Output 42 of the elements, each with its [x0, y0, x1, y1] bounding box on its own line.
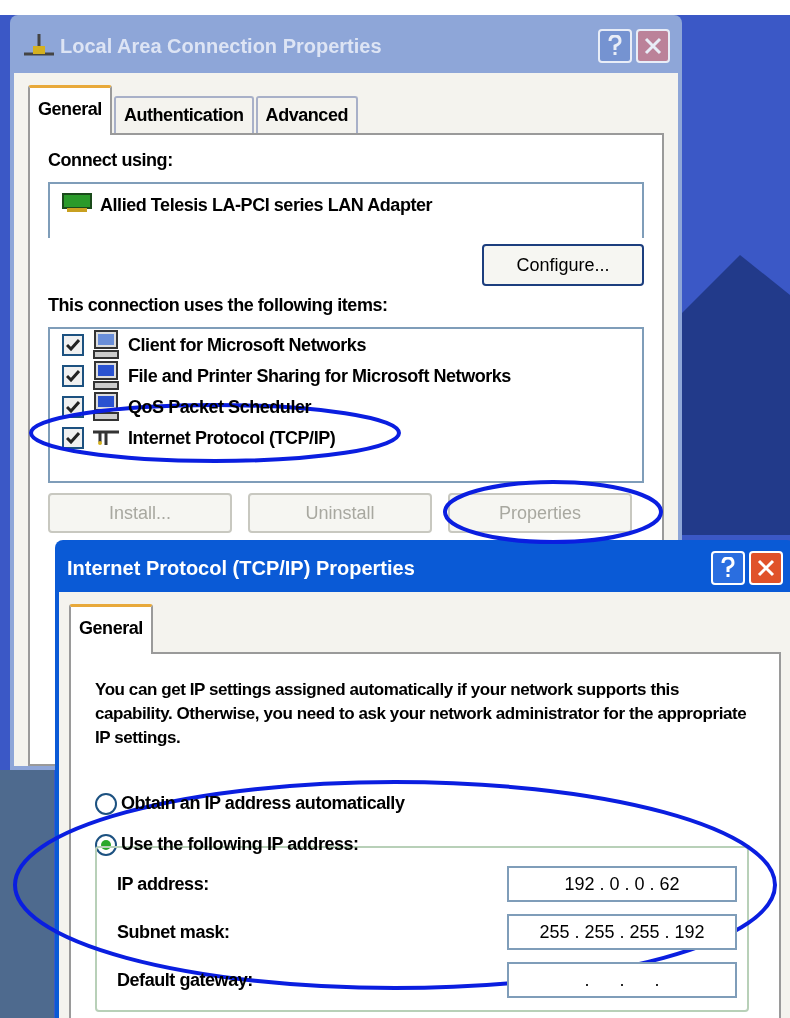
close-button[interactable]: [749, 551, 783, 585]
list-item[interactable]: File and Printer Sharing for Microsoft Networks: [128, 362, 511, 390]
radio-label[interactable]: Use the following IP address:: [121, 831, 359, 858]
computer-icon: [92, 361, 120, 391]
list-item[interactable]: Internet Protocol (TCP/IP): [128, 424, 336, 452]
check-icon: [66, 432, 80, 444]
adapter-name: Allied Telesis LA-PCI series LAN Adapter: [100, 194, 433, 217]
configure-button[interactable]: Configure...: [482, 244, 644, 286]
close-icon: [757, 559, 775, 577]
radio-button[interactable]: [95, 833, 117, 856]
window-title: Internet Protocol (TCP/IP) Properties: [67, 556, 415, 581]
window-title: Local Area Connection Properties: [60, 34, 382, 59]
tab[interactable]: Advanced: [255, 96, 359, 133]
network-icon: [92, 428, 120, 448]
check-icon: [66, 370, 80, 382]
list-item[interactable]: Client for Microsoft Networks: [128, 331, 366, 359]
ip-address-field[interactable]: . . .: [507, 962, 737, 998]
computer-icon: [92, 392, 120, 422]
checkbox[interactable]: [62, 427, 84, 449]
network-card-icon: [62, 192, 92, 214]
section-label: This connection uses the following items:: [48, 294, 389, 317]
question-mark-icon: [608, 35, 622, 57]
section-label: Connect using:: [48, 149, 174, 172]
help-button[interactable]: [598, 29, 632, 63]
checkbox[interactable]: [62, 365, 84, 387]
check-icon: [66, 339, 80, 351]
help-button[interactable]: [711, 551, 745, 585]
close-button[interactable]: [636, 29, 670, 63]
ip-address-field[interactable]: 255 . 255 . 255 . 192: [507, 914, 737, 950]
close-icon: [644, 37, 662, 55]
checkbox[interactable]: [62, 334, 84, 356]
question-mark-icon: [721, 557, 735, 579]
tab[interactable]: Authentication: [113, 96, 254, 133]
description-text: You can get IP settings assigned automatically if your network supports this capability. Otherwise, you need to ask your network administrator for the appropriate IP settings.: [95, 679, 748, 749]
tab[interactable]: General: [69, 604, 153, 654]
radio-button[interactable]: [95, 792, 117, 815]
field-label: IP address:: [117, 872, 209, 896]
check-icon: [66, 401, 80, 413]
field-label: Subnet mask:: [117, 920, 230, 944]
tab[interactable]: General: [28, 85, 112, 135]
computer-icon: [92, 330, 120, 360]
ip-address-field[interactable]: 192 . 0 . 0 . 62: [507, 866, 737, 902]
